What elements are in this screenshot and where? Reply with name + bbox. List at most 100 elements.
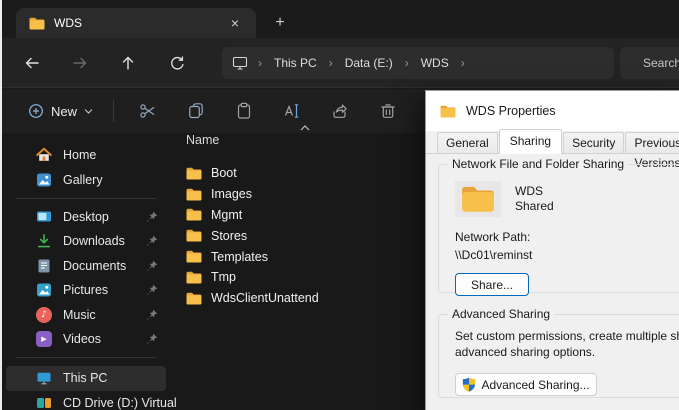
back-button[interactable] xyxy=(17,52,47,74)
pin-icon xyxy=(147,260,158,271)
sidebar-item-cd-drive[interactable]: CD Drive (D:) Virtual xyxy=(6,391,177,410)
sort-ascending-icon[interactable] xyxy=(300,125,310,131)
file-list-panel: Name Boot Images Mgmt Stores Templates T… xyxy=(170,125,425,410)
sidebar-item-music[interactable]: ♪ Music xyxy=(6,302,166,326)
sidebar-item-label: Home xyxy=(63,148,97,163)
navigation-sidebar: Home Gallery Desktop Downloads Documents… xyxy=(2,133,177,410)
sidebar-item-pictures[interactable]: Pictures xyxy=(6,278,166,302)
breadcrumb-this-pc[interactable]: This PC xyxy=(272,54,319,72)
rename-button[interactable] xyxy=(273,96,311,126)
pin-icon xyxy=(147,236,158,247)
share-button-label: Share... xyxy=(470,277,514,292)
folder-name: Tmp xyxy=(211,270,236,285)
group-title: Advanced Sharing xyxy=(448,307,555,321)
pin-icon xyxy=(147,211,158,222)
folder-name: Images xyxy=(211,187,252,202)
delete-button[interactable] xyxy=(369,96,407,126)
folder-name: WdsClientUnattend xyxy=(211,291,319,306)
folder-icon xyxy=(186,228,202,244)
search-input[interactable]: Search xyxy=(620,47,679,79)
videos-icon: ▶ xyxy=(36,330,52,347)
column-header-name[interactable]: Name xyxy=(186,133,219,147)
share-button[interactable] xyxy=(321,96,359,126)
home-icon xyxy=(36,147,52,163)
sidebar-item-label: This PC xyxy=(63,371,108,386)
sidebar-item-videos[interactable]: ▶ Videos xyxy=(6,327,166,351)
explorer-tab[interactable]: WDS × xyxy=(16,8,256,38)
new-button-label: New xyxy=(51,103,78,119)
sidebar-item-home[interactable]: Home xyxy=(6,143,166,167)
forward-button[interactable] xyxy=(65,52,95,74)
folder-row[interactable]: Tmp xyxy=(170,267,425,288)
search-label: Search xyxy=(643,56,679,70)
folder-name: Templates xyxy=(211,249,268,264)
this-pc-icon xyxy=(36,370,52,386)
tab-sharing[interactable]: Sharing xyxy=(498,129,563,154)
folder-name: Boot xyxy=(211,166,237,181)
dialog-title: WDS Properties xyxy=(466,104,556,118)
tab-title: WDS xyxy=(54,16,82,30)
copy-button[interactable] xyxy=(177,96,215,126)
folder-row[interactable]: Mgmt xyxy=(170,205,425,226)
folder-row[interactable]: Images xyxy=(170,184,425,205)
music-icon: ♪ xyxy=(36,306,52,323)
network-path-label: Network Path: xyxy=(455,230,531,244)
pin-icon xyxy=(147,284,158,296)
breadcrumb: › This PC › Data (E:) › WDS › xyxy=(222,47,614,79)
sidebar-item-label: Desktop xyxy=(63,209,109,224)
folder-icon xyxy=(186,249,202,265)
sidebar-divider xyxy=(16,197,156,199)
toolbar-divider xyxy=(113,100,115,122)
sidebar-item-label: Documents xyxy=(63,258,127,273)
advanced-sharing-description: Set custom permissions, create multiple … xyxy=(455,329,679,343)
tab-general[interactable]: General xyxy=(437,132,498,153)
breadcrumb-separator: › xyxy=(404,56,409,70)
folder-row[interactable]: Templates xyxy=(170,246,425,267)
folder-name: Stores xyxy=(211,228,248,243)
sidebar-item-documents[interactable]: Documents xyxy=(6,254,166,278)
advanced-sharing-button[interactable]: Advanced Sharing... xyxy=(455,373,597,396)
cut-button[interactable] xyxy=(129,96,167,126)
group-title: Network File and Folder Sharing xyxy=(448,157,629,171)
folder-icon xyxy=(186,290,202,306)
dialog-tab-strip: General Sharing Security Previous Versio… xyxy=(426,129,679,170)
sidebar-item-this-pc[interactable]: This PC xyxy=(6,366,166,391)
new-tab-button[interactable]: + xyxy=(268,11,292,35)
up-button[interactable] xyxy=(113,52,143,74)
chevron-down-icon xyxy=(84,108,93,114)
desktop-icon xyxy=(36,209,52,225)
shared-folder-icon xyxy=(455,181,501,217)
sidebar-item-label: CD Drive (D:) Virtual xyxy=(63,395,177,410)
folder-icon xyxy=(186,207,202,223)
paste-button[interactable] xyxy=(225,96,263,126)
folder-icon xyxy=(440,103,456,119)
refresh-button[interactable] xyxy=(162,52,192,74)
folder-name: Mgmt xyxy=(211,207,243,222)
breadcrumb-folder[interactable]: WDS xyxy=(419,54,451,72)
sidebar-item-gallery[interactable]: Gallery xyxy=(6,167,166,191)
title-bar: WDS × + xyxy=(2,0,679,38)
uac-shield-icon xyxy=(463,377,476,392)
tab-security[interactable]: Security xyxy=(563,132,625,153)
new-button[interactable]: New xyxy=(18,98,103,124)
sidebar-item-downloads[interactable]: Downloads xyxy=(6,229,166,253)
breadcrumb-drive[interactable]: Data (E:) xyxy=(343,54,395,72)
share-name: WDS xyxy=(515,184,543,198)
share-dialog-button[interactable]: Share... xyxy=(455,273,529,296)
folder-row[interactable]: Stores xyxy=(170,225,425,246)
sharing-tab-content: Network File and Folder Sharing WDS Shar… xyxy=(426,154,679,410)
folder-row[interactable]: WdsClientUnattend xyxy=(170,288,425,309)
advanced-sharing-button-label: Advanced Sharing... xyxy=(481,377,590,392)
downloads-icon xyxy=(36,233,52,249)
dialog-title-bar: WDS Properties xyxy=(426,91,679,131)
sidebar-item-desktop[interactable]: Desktop xyxy=(6,205,166,229)
advanced-sharing-group: Advanced Sharing Set custom permissions,… xyxy=(438,307,679,398)
tab-close-icon[interactable]: × xyxy=(224,12,246,34)
folder-row[interactable]: Boot xyxy=(170,163,425,184)
folder-icon xyxy=(29,15,45,31)
network-path-value: \\Dc01\reminst xyxy=(455,248,533,262)
sidebar-item-label: Music xyxy=(63,307,96,322)
tab-previous-versions[interactable]: Previous Versions xyxy=(625,132,679,170)
folder-icon xyxy=(186,165,202,181)
folder-icon xyxy=(186,269,202,285)
